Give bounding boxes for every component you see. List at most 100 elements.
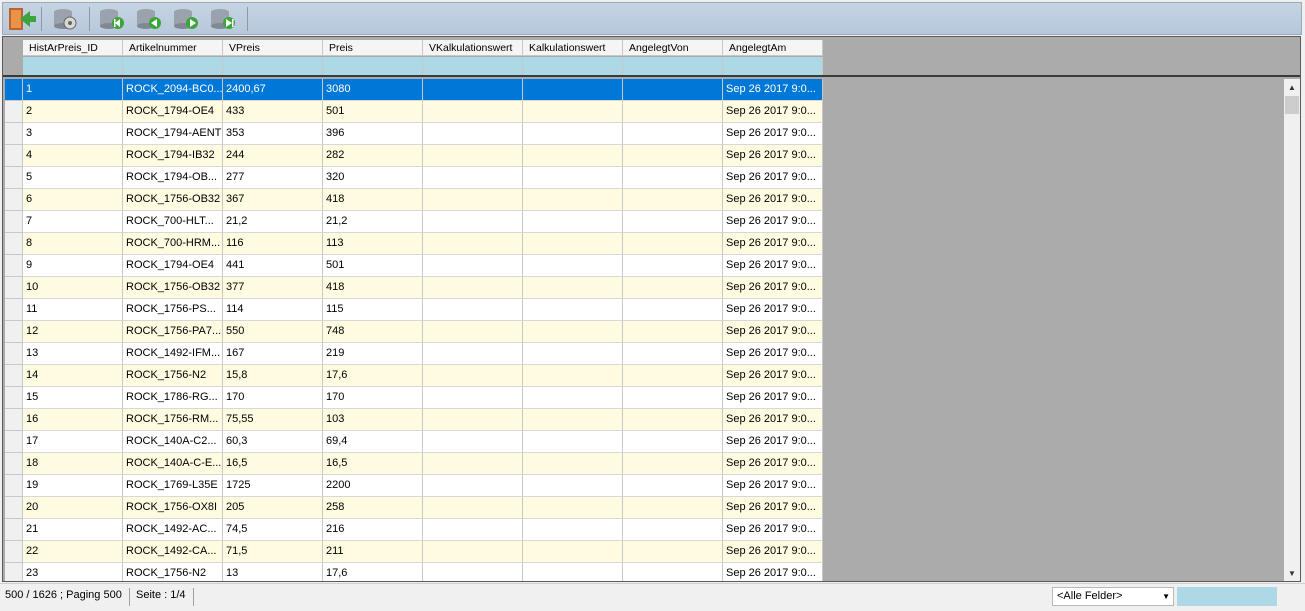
table-cell[interactable]: 219 xyxy=(323,343,423,365)
table-cell[interactable] xyxy=(623,541,723,563)
table-row[interactable]: 22 ROCK_1492-CA... 71,5 211 Sep 26 2017 9:0.… xyxy=(5,541,823,563)
table-cell[interactable]: 211 xyxy=(323,541,423,563)
table-cell[interactable]: 13 xyxy=(223,563,323,581)
table-cell[interactable] xyxy=(423,189,523,211)
first-record-button[interactable] xyxy=(96,6,128,32)
table-cell[interactable]: 8 xyxy=(23,233,123,255)
table-cell[interactable] xyxy=(623,189,723,211)
vertical-scrollbar[interactable]: ▲ ▼ xyxy=(1284,79,1300,581)
table-cell[interactable]: 9 xyxy=(23,255,123,277)
table-cell[interactable]: Sep 26 2017 9:0... xyxy=(723,321,823,343)
table-row[interactable]: 14 ROCK_1756-N2 15,8 17,6 Sep 26 2017 9:0... xyxy=(5,365,823,387)
table-cell[interactable] xyxy=(523,409,623,431)
table-cell[interactable] xyxy=(523,233,623,255)
table-cell[interactable] xyxy=(623,299,723,321)
search-input[interactable] xyxy=(1177,587,1277,606)
filter-cell[interactable] xyxy=(623,57,723,75)
table-cell[interactable] xyxy=(623,365,723,387)
table-cell[interactable]: 15,8 xyxy=(223,365,323,387)
table-row[interactable]: 10 ROCK_1756-OB32 377 418 Sep 26 2017 9:0... xyxy=(5,277,823,299)
table-cell[interactable]: 5 xyxy=(23,167,123,189)
table-cell[interactable]: ROCK_1794-OE4 xyxy=(123,101,223,123)
table-cell[interactable]: 550 xyxy=(223,321,323,343)
table-cell[interactable]: 170 xyxy=(323,387,423,409)
table-cell[interactable]: 205 xyxy=(223,497,323,519)
row-header[interactable] xyxy=(5,453,23,475)
table-cell[interactable] xyxy=(623,475,723,497)
table-cell[interactable] xyxy=(523,431,623,453)
table-cell[interactable]: 113 xyxy=(323,233,423,255)
table-cell[interactable]: 320 xyxy=(323,167,423,189)
table-cell[interactable]: 21 xyxy=(23,519,123,541)
table-cell[interactable] xyxy=(423,563,523,581)
table-cell[interactable]: 18 xyxy=(23,453,123,475)
table-cell[interactable] xyxy=(623,123,723,145)
table-cell[interactable]: 418 xyxy=(323,189,423,211)
table-cell[interactable] xyxy=(523,387,623,409)
table-cell[interactable] xyxy=(523,563,623,581)
table-cell[interactable] xyxy=(423,101,523,123)
row-header[interactable] xyxy=(5,365,23,387)
table-cell[interactable]: 433 xyxy=(223,101,323,123)
table-cell[interactable]: 13 xyxy=(23,343,123,365)
table-cell[interactable]: 3 xyxy=(23,123,123,145)
table-cell[interactable]: 7 xyxy=(23,211,123,233)
table-cell[interactable]: 16,5 xyxy=(223,453,323,475)
table-cell[interactable]: ROCK_1756-N2 xyxy=(123,563,223,581)
table-cell[interactable] xyxy=(423,453,523,475)
table-cell[interactable]: ROCK_1492-CA... xyxy=(123,541,223,563)
table-cell[interactable]: 115 xyxy=(323,299,423,321)
table-cell[interactable]: ROCK_1756-OB32 xyxy=(123,277,223,299)
table-row[interactable]: 3 ROCK_1794-AENT 353 396 Sep 26 2017 9:0... xyxy=(5,123,823,145)
table-cell[interactable]: Sep 26 2017 9:0... xyxy=(723,497,823,519)
table-row[interactable]: 8 ROCK_700-HRM... 116 113 Sep 26 2017 9:0... xyxy=(5,233,823,255)
table-cell[interactable] xyxy=(523,101,623,123)
table-cell[interactable]: 15 xyxy=(23,387,123,409)
table-cell[interactable]: 21,2 xyxy=(223,211,323,233)
table-cell[interactable]: Sep 26 2017 9:0... xyxy=(723,189,823,211)
table-cell[interactable]: 396 xyxy=(323,123,423,145)
table-row[interactable]: 11 ROCK_1756-PS... 114 115 Sep 26 2017 9:0..… xyxy=(5,299,823,321)
table-cell[interactable] xyxy=(523,497,623,519)
row-header[interactable] xyxy=(5,123,23,145)
table-cell[interactable] xyxy=(523,365,623,387)
table-cell[interactable]: ROCK_1756-RM... xyxy=(123,409,223,431)
table-cell[interactable]: ROCK_1794-IB32 xyxy=(123,145,223,167)
column-header[interactable]: Kalkulationswert xyxy=(523,40,623,56)
table-cell[interactable] xyxy=(623,101,723,123)
table-cell[interactable]: 17,6 xyxy=(323,365,423,387)
table-cell[interactable] xyxy=(623,431,723,453)
table-cell[interactable]: Sep 26 2017 9:0... xyxy=(723,431,823,453)
table-cell[interactable] xyxy=(523,519,623,541)
table-cell[interactable]: ROCK_1756-OB32 xyxy=(123,189,223,211)
table-row[interactable]: 16 ROCK_1756-RM... 75,55 103 Sep 26 2017 9:0… xyxy=(5,409,823,431)
table-cell[interactable]: 21,2 xyxy=(323,211,423,233)
table-row[interactable]: 7 ROCK_700-HLT... 21,2 21,2 Sep 26 2017 9:0.… xyxy=(5,211,823,233)
filter-cell[interactable] xyxy=(523,57,623,75)
table-cell[interactable]: Sep 26 2017 9:0... xyxy=(723,123,823,145)
row-header[interactable] xyxy=(5,541,23,563)
table-cell[interactable]: 2 xyxy=(23,101,123,123)
table-cell[interactable] xyxy=(423,321,523,343)
table-cell[interactable] xyxy=(623,255,723,277)
table-cell[interactable]: Sep 26 2017 9:0... xyxy=(723,563,823,581)
table-cell[interactable]: 12 xyxy=(23,321,123,343)
table-cell[interactable]: Sep 26 2017 9:0... xyxy=(723,365,823,387)
row-header[interactable] xyxy=(5,189,23,211)
table-cell[interactable]: ROCK_1786-RG... xyxy=(123,387,223,409)
table-cell[interactable] xyxy=(523,475,623,497)
column-header[interactable]: HistArPreis_ID xyxy=(23,40,123,56)
table-row[interactable]: 15 ROCK_1786-RG... 170 170 Sep 26 2017 9:0..… xyxy=(5,387,823,409)
table-cell[interactable] xyxy=(623,211,723,233)
row-header[interactable] xyxy=(5,299,23,321)
table-cell[interactable]: Sep 26 2017 9:0... xyxy=(723,167,823,189)
table-row[interactable]: 20 ROCK_1756-OX8I 205 258 Sep 26 2017 9:0... xyxy=(5,497,823,519)
table-cell[interactable] xyxy=(423,409,523,431)
filter-cell[interactable] xyxy=(23,57,123,75)
table-cell[interactable]: ROCK_1756-PS... xyxy=(123,299,223,321)
table-cell[interactable] xyxy=(523,343,623,365)
table-cell[interactable] xyxy=(423,277,523,299)
table-cell[interactable]: ROCK_1794-OE4 xyxy=(123,255,223,277)
table-cell[interactable] xyxy=(523,145,623,167)
last-record-button[interactable] xyxy=(207,6,239,32)
